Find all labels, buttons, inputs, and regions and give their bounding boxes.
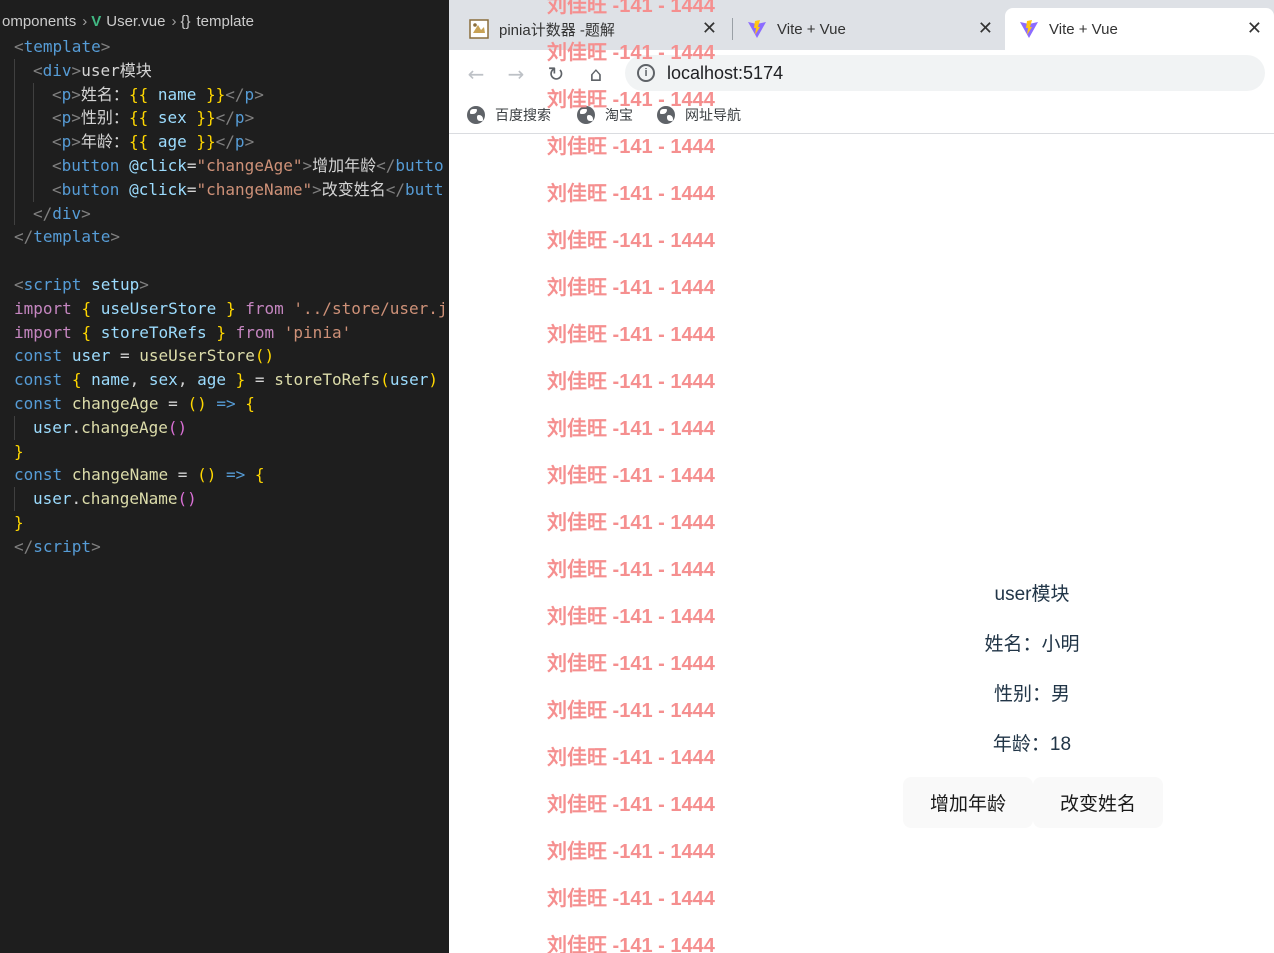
watermark-line: 刘佳旺 -141 - 1444 <box>547 0 715 17</box>
watermark-line: 刘佳旺 -141 - 1444 <box>547 371 715 393</box>
code-line[interactable]: <script setup> <box>14 273 448 297</box>
code-line[interactable]: <button @click="changeName">改变姓名</butt <box>14 177 448 202</box>
code-line[interactable]: } <box>14 511 448 535</box>
vite-logo-icon <box>747 19 767 39</box>
code-line[interactable]: import { storeToRefs } from 'pinia' <box>14 321 448 345</box>
watermark-line: 刘佳旺 -141 - 1444 <box>547 136 715 158</box>
chevron-right-icon: › <box>82 12 88 30</box>
code-line[interactable]: const changeAge = () => { <box>14 392 448 416</box>
back-arrow-icon[interactable]: ← <box>464 62 488 86</box>
code-line[interactable]: const changeName = () => { <box>14 463 448 487</box>
tab-vite-vue-1[interactable]: Vite + Vue ✕ <box>747 8 1005 50</box>
name-line: 姓名：小明 <box>984 634 1080 655</box>
breadcrumb-folder[interactable]: omponents <box>0 13 78 30</box>
watermark-line: 刘佳旺 -141 - 1444 <box>547 230 715 252</box>
site-favicon-icon <box>469 19 489 39</box>
watermark-line: 刘佳旺 -141 - 1444 <box>547 841 715 863</box>
increase-age-button[interactable]: 增加年龄 <box>903 777 1033 828</box>
watermark-line: 刘佳旺 -141 - 1444 <box>547 324 715 346</box>
code-editor[interactable]: omponents › V User.vue › {} template <te… <box>0 0 449 953</box>
age-line: 年龄：18 <box>992 734 1072 755</box>
sex-line: 性别：男 <box>993 684 1070 705</box>
code-line[interactable] <box>14 249 448 273</box>
code-line[interactable]: </template> <box>14 225 448 249</box>
code-line[interactable]: </div> <box>14 201 448 226</box>
code-line[interactable]: <template> <box>14 35 448 59</box>
watermark-line: 刘佳旺 -141 - 1444 <box>547 888 715 910</box>
bookmark-baidu[interactable]: 百度搜索 <box>467 105 551 125</box>
change-name-button[interactable]: 改变姓名 <box>1033 777 1163 828</box>
braces-icon: {} <box>180 12 191 30</box>
code-line[interactable]: <p>性别：{{ sex }}</p> <box>14 106 448 131</box>
watermark-line: 刘佳旺 -141 - 1444 <box>547 418 715 440</box>
watermark-line: 刘佳旺 -141 - 1444 <box>547 465 715 487</box>
globe-icon <box>467 106 485 124</box>
watermark-line: 刘佳旺 -141 - 1444 <box>547 512 715 534</box>
watermark-line: 刘佳旺 -141 - 1444 <box>547 183 715 205</box>
vue-file-icon: V <box>91 12 102 30</box>
close-tab-icon[interactable]: ✕ <box>978 18 993 39</box>
code-line[interactable]: } <box>14 440 448 464</box>
tab-title: Vite + Vue <box>1049 20 1118 38</box>
code-line[interactable]: user.changeAge() <box>14 415 448 440</box>
tab-title: Vite + Vue <box>777 20 846 38</box>
watermark-line: 刘佳旺 -141 - 1444 <box>547 935 715 953</box>
browser-window: pinia计数器 -题解 ✕ Vite + Vue ✕ Vite + Vue ✕… <box>449 0 1274 953</box>
breadcrumb: omponents › V User.vue › {} template <box>0 10 256 32</box>
code-line[interactable]: <button @click="changeAge">增加年龄</butto <box>14 153 448 178</box>
tab-vite-vue-active[interactable]: Vite + Vue ✕ <box>1005 8 1274 50</box>
watermark-list: 刘佳旺 -141 - 1444 刘佳旺 -141 - 1444 刘佳旺 -141 -… <box>547 0 747 953</box>
code-line[interactable]: const { name, sex, age } = storeToRefs(u… <box>14 368 448 392</box>
code-line[interactable]: import { useUserStore } from '../store/u… <box>14 297 448 321</box>
code-line[interactable]: const user = useUserStore() <box>14 344 448 368</box>
watermark-line: 刘佳旺 -141 - 1444 <box>547 794 715 816</box>
watermark-line: 刘佳旺 -141 - 1444 <box>547 42 715 64</box>
code-line[interactable]: <div>user模块 <box>14 58 448 83</box>
code-area[interactable]: <template> <div>user模块 <p>姓名：{{ name }}</p… <box>14 35 448 559</box>
vite-logo-icon <box>1019 19 1039 39</box>
code-line[interactable]: <p>姓名：{{ name }}</p> <box>14 82 448 107</box>
bookmark-label: 百度搜索 <box>495 107 551 123</box>
forward-arrow-icon[interactable]: → <box>504 62 528 86</box>
watermark-line: 刘佳旺 -141 - 1444 <box>547 277 715 299</box>
code-line[interactable]: </script> <box>14 535 448 559</box>
code-line[interactable]: user.changeName() <box>14 487 448 511</box>
chevron-right-icon: › <box>171 12 177 30</box>
module-heading: user模块 <box>994 584 1070 605</box>
watermark-line: 刘佳旺 -141 - 1444 <box>547 89 715 111</box>
close-tab-icon[interactable]: ✕ <box>1247 18 1262 39</box>
breadcrumb-file[interactable]: User.vue <box>104 13 167 30</box>
breadcrumb-symbol[interactable]: template <box>194 13 256 30</box>
code-line[interactable]: <p>年龄：{{ age }}</p> <box>14 130 448 154</box>
